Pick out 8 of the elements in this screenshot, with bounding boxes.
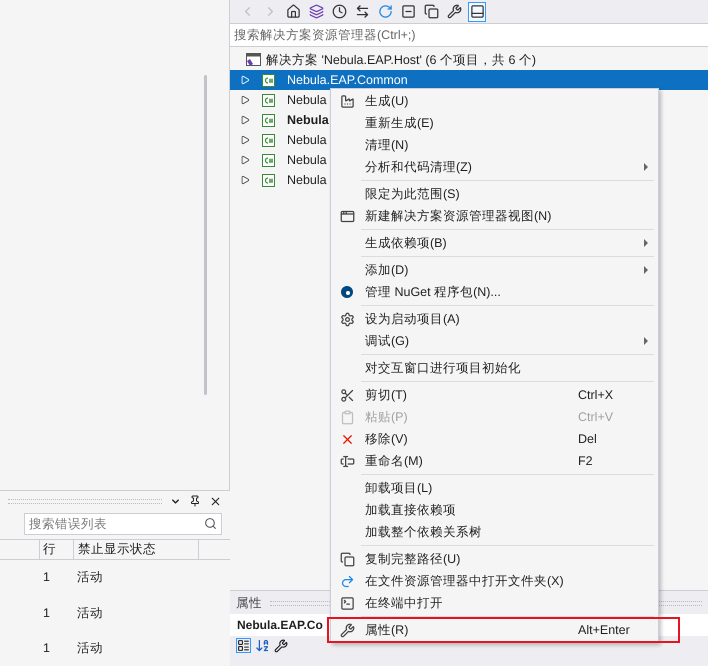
table-cell-text: 活动 [77,569,103,586]
table-cell-text: 1 [43,569,51,586]
table-cell-text: 活动 [77,604,103,622]
table-cell-text: 1 [43,604,51,622]
table-cell-text: 活动 [77,640,103,657]
panel-title: 属性 [236,594,262,612]
table-cell-text: 1 [43,640,51,657]
object-name: Nebula.EAP.Co [237,617,323,634]
